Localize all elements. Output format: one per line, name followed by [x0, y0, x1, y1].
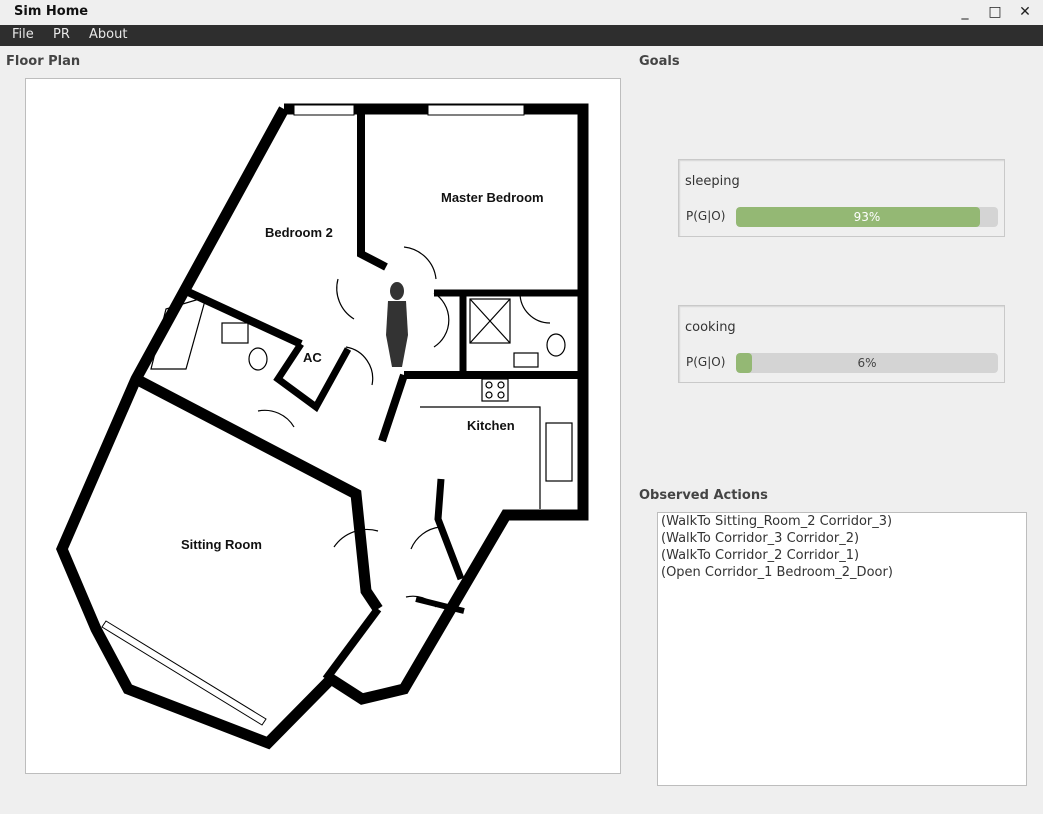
title-bar: Sim Home _ □ ✕ [0, 0, 1043, 25]
goal-probability-bar: 93% [736, 207, 998, 227]
goal-probability-text: 6% [857, 356, 877, 370]
maximize-button[interactable]: □ [986, 3, 1004, 21]
room-sitting-room: Sitting Room [181, 537, 262, 552]
wall-kitchen-corridor [378, 373, 408, 443]
list-item[interactable]: (Open Corridor_1 Bedroom_2_Door) [661, 565, 893, 580]
window-title: Sim Home [14, 4, 89, 19]
kitchen-sink [545, 422, 573, 482]
wall-entry [322, 606, 382, 682]
goal-metric-label: P(G|O) [686, 209, 726, 223]
toilet-bath [248, 347, 268, 371]
menu-bar: File PR About [0, 25, 1043, 46]
goal-card-cooking: cooking P(G|O) 6% [678, 305, 1005, 383]
goal-probability-text: 93% [853, 210, 881, 224]
menu-pr[interactable]: PR [53, 27, 70, 42]
floor-plan-canvas[interactable]: Master Bedroom Bedroom 2 AC Kitchen Sitt… [25, 78, 621, 774]
door-swing-ac [345, 346, 374, 386]
wall-hall-closet [434, 478, 465, 581]
room-ac: AC [303, 350, 322, 365]
room-bedroom-2: Bedroom 2 [265, 225, 333, 240]
door-swing-master [403, 246, 437, 280]
goal-probability-bar: 6% [736, 353, 998, 373]
door-swing-bedroom2 [336, 278, 355, 320]
wall-master-bedroom [357, 109, 388, 271]
goal-name: cooking [685, 320, 736, 335]
list-item[interactable]: (WalkTo Corridor_2 Corridor_1) [661, 548, 859, 563]
door-swing-sitting [257, 409, 295, 428]
wall-sitting-room [133, 374, 383, 613]
room-master-bedroom: Master Bedroom [441, 190, 544, 205]
person-icon [386, 282, 408, 367]
goal-metric-label: P(G|O) [686, 355, 726, 369]
observed-actions-list[interactable]: (WalkTo Sitting_Room_2 Corridor_3) (Walk… [657, 512, 1027, 786]
window-master [427, 104, 525, 116]
list-item[interactable]: (WalkTo Sitting_Room_2 Corridor_3) [661, 514, 892, 529]
floor-plan-drawing: Master Bedroom Bedroom 2 AC Kitchen Sitt… [56, 103, 589, 750]
room-kitchen: Kitchen [467, 418, 515, 433]
list-item[interactable]: (WalkTo Corridor_3 Corridor_2) [661, 531, 859, 546]
goal-name: sleeping [685, 174, 740, 189]
door-swing-ensuite [519, 292, 551, 324]
window-bedroom2 [293, 104, 355, 116]
menu-about[interactable]: About [89, 27, 127, 42]
floor-plan-label: Floor Plan [6, 54, 81, 69]
door-swing-bath [433, 292, 450, 348]
observed-actions-label: Observed Actions [639, 488, 768, 503]
goal-card-sleeping: sleeping P(G|O) 93% [678, 159, 1005, 237]
wall-bedroom2 [184, 287, 303, 348]
door-swing-closet [410, 526, 441, 550]
menu-file[interactable]: File [12, 27, 34, 42]
goals-label: Goals [639, 54, 680, 69]
toilet-master [546, 333, 566, 357]
stove [481, 378, 509, 402]
close-button[interactable]: ✕ [1016, 3, 1034, 21]
minimize-button[interactable]: _ [956, 3, 974, 21]
sink-bath [221, 322, 249, 344]
